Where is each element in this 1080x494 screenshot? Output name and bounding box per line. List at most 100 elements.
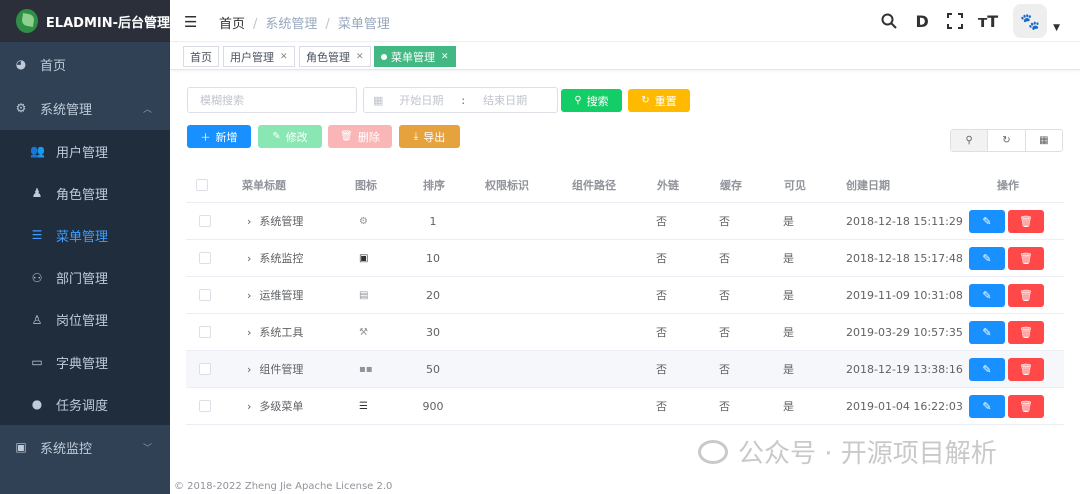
menu-title-cell: › 运维管理 xyxy=(247,277,303,313)
sidebar-group-system[interactable]: ⚙ 系统管理 ︿ xyxy=(0,86,170,130)
tag-role[interactable]: 角色管理 ✕ xyxy=(299,46,371,67)
search-button-label: 搜索 xyxy=(586,94,609,108)
role-icon: ♟ xyxy=(31,186,43,201)
row-delete-button[interactable]: 🗑 xyxy=(1008,357,1044,381)
start-date-placeholder[interactable]: 开始日期 xyxy=(399,92,443,108)
expand-arrow-icon[interactable]: › xyxy=(247,215,251,228)
table-row[interactable]: › 组件管理 ▪▪ 50 否 否 是 2018-12-19 13:38:16 ✎ … xyxy=(186,351,1064,388)
row-edit-button[interactable]: ✎ xyxy=(969,394,1005,418)
row-edit-button[interactable]: ✎ xyxy=(969,357,1005,381)
table-row[interactable]: › 系统工具 ⚒ 30 否 否 是 2019-03-29 10:57:35 ✎ 🗑 xyxy=(186,314,1064,351)
row-delete-button[interactable]: 🗑 xyxy=(1008,394,1044,418)
caret-down-icon[interactable]: ▼ xyxy=(1053,23,1060,33)
fullscreen-icon[interactable] xyxy=(946,12,964,30)
row-delete-button[interactable]: 🗑 xyxy=(1008,209,1044,233)
table-row[interactable]: › 系统监控 ▣ 10 否 否 是 2018-12-18 15:17:48 ✎ 🗑 xyxy=(186,240,1064,277)
menu-title: 系统工具 xyxy=(259,326,304,339)
sidebar-group-monitor[interactable]: ▣ 系统监控 ﹀ xyxy=(0,425,170,469)
nav-actions: D ᴛT 🐾 ▼ xyxy=(865,3,1060,39)
expand-arrow-icon[interactable]: › xyxy=(247,252,251,265)
edit-button[interactable]: ✎ 修改 xyxy=(258,125,322,148)
chevron-up-icon: ︿ xyxy=(142,104,152,115)
avatar[interactable]: 🐾 xyxy=(1013,4,1048,38)
row-edit-button[interactable]: ✎ xyxy=(969,246,1005,270)
expand-arrow-icon[interactable]: › xyxy=(247,326,251,339)
sidebar-item-menu[interactable]: ☰ 菜单管理 xyxy=(0,214,170,256)
export-button[interactable]: ⤓ 导出 xyxy=(399,125,460,148)
close-icon[interactable]: ✕ xyxy=(441,52,449,62)
expand-arrow-icon[interactable]: › xyxy=(247,289,251,302)
font-size-icon[interactable]: ᴛT xyxy=(978,12,998,31)
table-header: 菜单标题 图标 排序 权限标识 组件路径 外链 缓存 可见 创建日期 操作 xyxy=(186,167,1064,203)
row-edit-button[interactable]: ✎ xyxy=(969,283,1005,307)
add-button[interactable]: ＋ 新增 xyxy=(187,125,251,148)
date-range-separator: : xyxy=(461,93,466,107)
sidebar-item-label: 任务调度 xyxy=(56,398,109,414)
iframe-cell: 否 xyxy=(656,252,667,265)
tag-home[interactable]: 首页 xyxy=(183,46,219,67)
tag-menu[interactable]: 菜单管理 ✕ xyxy=(374,46,456,67)
select-all-checkbox[interactable] xyxy=(196,167,208,202)
row-checkbox[interactable] xyxy=(199,388,211,424)
sidebar-item-label: 首页 xyxy=(40,58,67,74)
date-range-picker[interactable]: ▦ 开始日期 : 结束日期 xyxy=(363,87,558,113)
menu-icon: ☰ xyxy=(359,400,368,412)
sidebar-item-timing[interactable]: ● 任务调度 xyxy=(0,383,170,425)
menu-title: 系统监控 xyxy=(259,252,304,265)
row-delete-button[interactable]: 🗑 xyxy=(1008,320,1044,344)
date-cell: 2018-12-18 15:17:48 xyxy=(846,251,963,265)
refresh-icon[interactable]: ↻ xyxy=(988,130,1026,151)
trash-icon: 🗑 xyxy=(340,131,353,142)
end-date-placeholder[interactable]: 结束日期 xyxy=(483,92,527,108)
sidebar-item-dict[interactable]: ▭ 字典管理 xyxy=(0,341,170,383)
breadcrumb-item[interactable]: 首页 xyxy=(219,17,245,32)
hidden-cell: 是 xyxy=(783,252,794,265)
close-icon[interactable]: ✕ xyxy=(356,52,364,62)
search-icon: ⚲ xyxy=(574,95,582,106)
row-checkbox[interactable] xyxy=(199,203,211,239)
menu-title: 运维管理 xyxy=(259,289,304,302)
table-row[interactable]: › 运维管理 ▤ 20 否 否 是 2019-11-09 10:31:08 ✎ 🗑 xyxy=(186,277,1064,314)
submenu-system: 👥 用户管理 ♟ 角色管理 ☰ 菜单管理 ⚇ 部门管理 ♙ 岗位管理 ▭ 字典管… xyxy=(0,130,170,426)
row-checkbox[interactable] xyxy=(199,314,211,350)
row-delete-button[interactable]: 🗑 xyxy=(1008,246,1044,270)
menu-title-cell: › 系统工具 xyxy=(247,314,303,350)
table-row[interactable]: › 系统管理 ⚙ 1 否 否 是 2018-12-18 15:11:29 ✎ 🗑 xyxy=(186,203,1064,240)
row-checkbox[interactable] xyxy=(199,240,211,276)
sidebar-item-post[interactable]: ♙ 岗位管理 xyxy=(0,299,170,341)
sidebar-item-label: 字典管理 xyxy=(56,356,109,372)
expand-arrow-icon[interactable]: › xyxy=(247,400,251,413)
monitor-icon: ▣ xyxy=(15,440,27,455)
sidebar-item-label: 菜单管理 xyxy=(56,229,109,245)
row-edit-button[interactable]: ✎ xyxy=(969,209,1005,233)
row-checkbox[interactable] xyxy=(199,277,211,313)
tag-user[interactable]: 用户管理 ✕ xyxy=(223,46,295,67)
reset-button[interactable]: ↻ 重置 xyxy=(628,89,690,112)
search-input[interactable]: 模糊搜索 xyxy=(187,87,357,113)
actions-cell: ✎ 🗑 xyxy=(969,240,1047,276)
row-edit-button[interactable]: ✎ xyxy=(969,320,1005,344)
doc-icon[interactable]: D xyxy=(913,12,931,31)
sidebar-item-dept[interactable]: ⚇ 部门管理 xyxy=(0,257,170,299)
sidebar-item-user[interactable]: 👥 用户管理 xyxy=(0,130,170,172)
delete-button[interactable]: 🗑 删除 xyxy=(328,125,392,148)
sidebar-item-home[interactable]: ◕ 首页 xyxy=(0,42,170,86)
column-header: 操作 xyxy=(997,178,1019,192)
dashboard-icon: ◕ xyxy=(15,57,27,71)
table-row[interactable]: › 多级菜单 ☰ 900 否 否 是 2019-01-04 16:22:03 ✎ … xyxy=(186,388,1064,425)
columns-icon[interactable]: ▦ xyxy=(1026,130,1062,151)
cache-cell: 否 xyxy=(719,326,730,339)
hamburger-icon[interactable]: ☰ xyxy=(184,13,197,31)
search-icon[interactable] xyxy=(880,12,898,30)
sidebar-item-role[interactable]: ♟ 角色管理 xyxy=(0,172,170,214)
logo[interactable]: ELADMIN-后台管理 xyxy=(0,0,170,42)
row-checkbox[interactable] xyxy=(199,351,211,387)
calendar-icon: ▦ xyxy=(373,93,384,107)
date-cell: 2018-12-18 15:11:29 xyxy=(846,214,963,228)
expand-arrow-icon[interactable]: › xyxy=(247,363,251,376)
iframe-cell: 否 xyxy=(656,215,667,228)
search-toggle-icon[interactable]: ⚲ xyxy=(951,130,989,151)
row-delete-button[interactable]: 🗑 xyxy=(1008,283,1044,307)
close-icon[interactable]: ✕ xyxy=(280,52,288,62)
search-button[interactable]: ⚲ 搜索 xyxy=(561,89,622,112)
